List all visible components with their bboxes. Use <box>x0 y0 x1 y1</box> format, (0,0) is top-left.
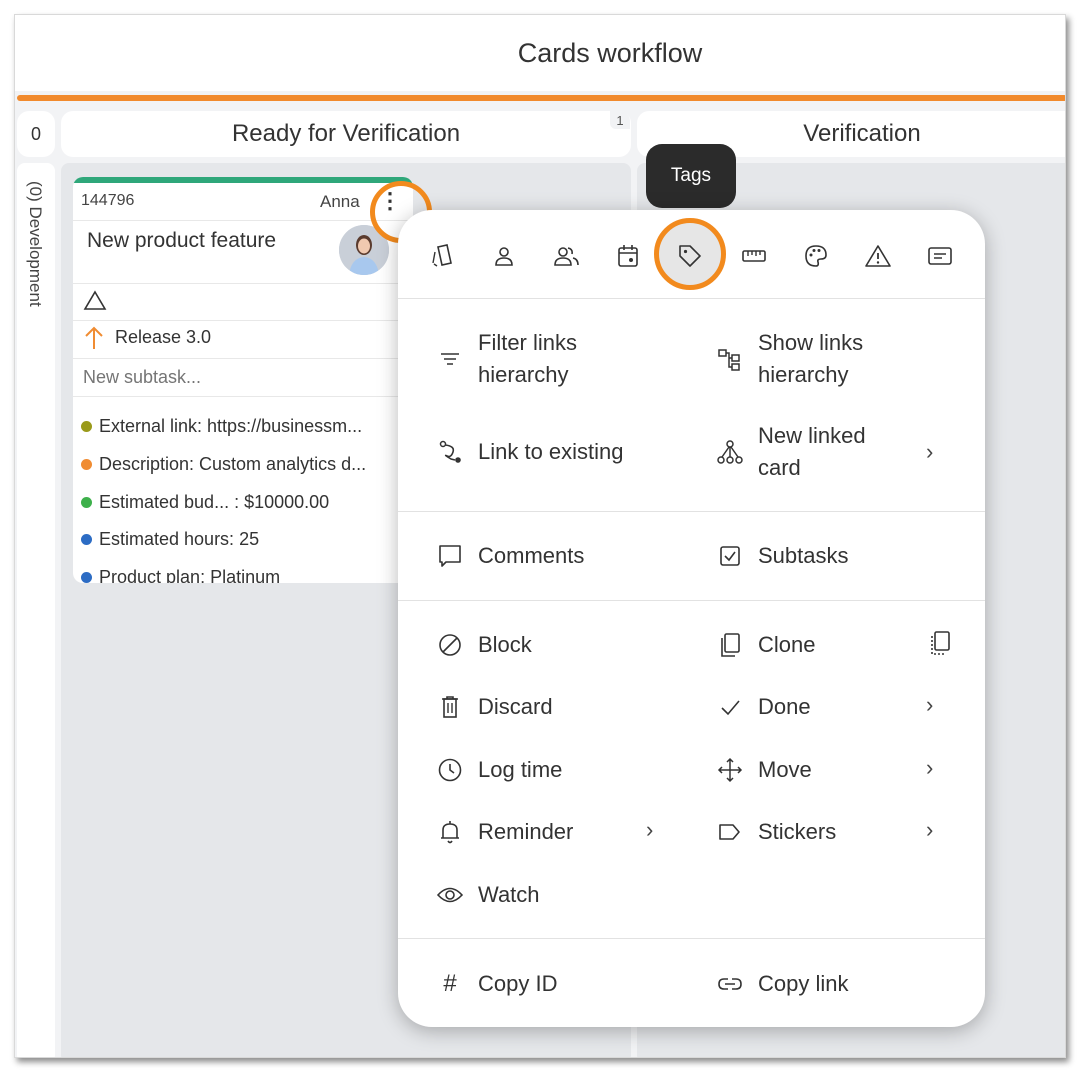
card-release[interactable]: Release 3.0 <box>115 327 211 348</box>
status-dot <box>81 497 92 508</box>
context-menu-toolbar <box>398 210 985 298</box>
card-owner: Anna <box>320 192 360 211</box>
user-icon[interactable] <box>484 236 524 276</box>
subtasks-item[interactable]: Subtasks <box>716 540 849 572</box>
new-subtask-input[interactable] <box>83 367 403 388</box>
block-item[interactable]: Block <box>436 629 532 661</box>
card-field-external-link: External link: https://businessm... <box>81 416 403 437</box>
move-icon <box>716 756 744 784</box>
menu-divider <box>398 938 985 939</box>
arrow-up-icon <box>83 325 105 356</box>
lane-development-count[interactable]: 0 <box>17 111 55 157</box>
move-item[interactable]: Move <box>716 754 812 786</box>
kanban-card[interactable]: 144796 Anna ⋮ New product feature Releas… <box>73 177 413 583</box>
link-path-icon <box>436 438 464 466</box>
lane-development-label: (0) Development <box>26 181 45 307</box>
discard-item[interactable]: Discard <box>436 691 553 723</box>
lane-card-count-badge: 1 <box>610 111 630 129</box>
new-linked-card-item[interactable]: New linked card <box>716 420 866 484</box>
palette-icon[interactable] <box>796 236 836 276</box>
ruler-icon[interactable] <box>734 236 774 276</box>
tooltip: Tags <box>646 144 736 208</box>
watch-item[interactable]: Watch <box>436 879 540 911</box>
comments-item[interactable]: Comments <box>436 540 584 572</box>
done-item[interactable]: Done <box>716 691 811 723</box>
triangle-icon <box>83 290 107 317</box>
sticker-icon <box>716 818 744 846</box>
chevron-right-icon[interactable]: › <box>926 817 933 843</box>
card-field-description: Description: Custom analytics d... <box>81 454 403 475</box>
card-divider <box>73 396 413 397</box>
lane-ready-for-verification-header[interactable]: Ready for Verification <box>61 111 631 157</box>
comment-icon <box>436 542 464 570</box>
card-title[interactable]: New product feature <box>87 229 276 253</box>
status-dot <box>81 459 92 470</box>
status-dot <box>81 421 92 432</box>
hash-icon: # <box>443 970 457 997</box>
link-to-existing-item[interactable]: Link to existing <box>436 436 624 468</box>
menu-divider <box>398 600 985 601</box>
log-time-item[interactable]: Log time <box>436 754 562 786</box>
bell-icon <box>436 818 464 846</box>
card-field-estimated-budget: Estimated bud... : $10000.00 <box>81 492 403 513</box>
filter-icon <box>436 345 464 373</box>
link-icon <box>716 970 744 998</box>
trash-icon <box>436 693 464 721</box>
page-title: Cards workflow <box>517 37 703 68</box>
chevron-right-icon[interactable]: › <box>926 439 933 465</box>
menu-divider <box>398 511 985 512</box>
stickers-item[interactable]: Stickers <box>716 816 836 848</box>
checkbox-icon <box>716 542 744 570</box>
card-divider <box>73 358 413 359</box>
chevron-right-icon[interactable]: › <box>926 755 933 781</box>
card-divider <box>73 220 413 221</box>
check-icon <box>716 693 744 721</box>
filter-links-hierarchy-item[interactable]: Filter links hierarchy <box>436 327 577 391</box>
eye-icon <box>436 881 464 909</box>
users-icon[interactable] <box>546 236 586 276</box>
chevron-right-icon[interactable]: › <box>646 817 653 843</box>
copy-link-item[interactable]: Copy link <box>716 968 848 1000</box>
note-icon[interactable] <box>920 236 960 276</box>
card-divider <box>73 283 413 284</box>
chevron-right-icon[interactable]: › <box>926 692 933 718</box>
copy-icon <box>716 631 744 659</box>
reminder-item[interactable]: Reminder <box>436 816 573 848</box>
clone-item[interactable]: Clone <box>716 629 815 661</box>
hierarchy-icon <box>716 345 744 373</box>
card-color-bar <box>73 177 413 183</box>
warning-icon[interactable] <box>858 236 898 276</box>
calendar-icon[interactable] <box>608 236 648 276</box>
clock-icon <box>436 756 464 784</box>
menu-divider <box>398 298 985 299</box>
card-type-icon[interactable] <box>422 236 462 276</box>
clone-multiple-icon[interactable] <box>928 630 952 662</box>
show-links-hierarchy-item[interactable]: Show links hierarchy <box>716 327 863 391</box>
card-field-product-plan: Product plan: Platinum <box>81 567 403 583</box>
copy-id-item[interactable]: # Copy ID <box>436 968 557 1000</box>
card-context-menu: Filter links hierarchy Show links hierar… <box>398 210 985 1027</box>
link-tree-icon <box>716 438 744 466</box>
tag-icon[interactable] <box>670 236 710 276</box>
block-icon <box>436 631 464 659</box>
page-header: Cards workflow <box>15 15 1065 91</box>
status-dot <box>81 572 92 583</box>
status-dot <box>81 534 92 545</box>
board-accent-line <box>17 95 1065 101</box>
card-field-estimated-hours: Estimated hours: 25 <box>81 529 403 550</box>
card-id: 144796 <box>81 192 135 209</box>
card-divider <box>73 320 413 321</box>
